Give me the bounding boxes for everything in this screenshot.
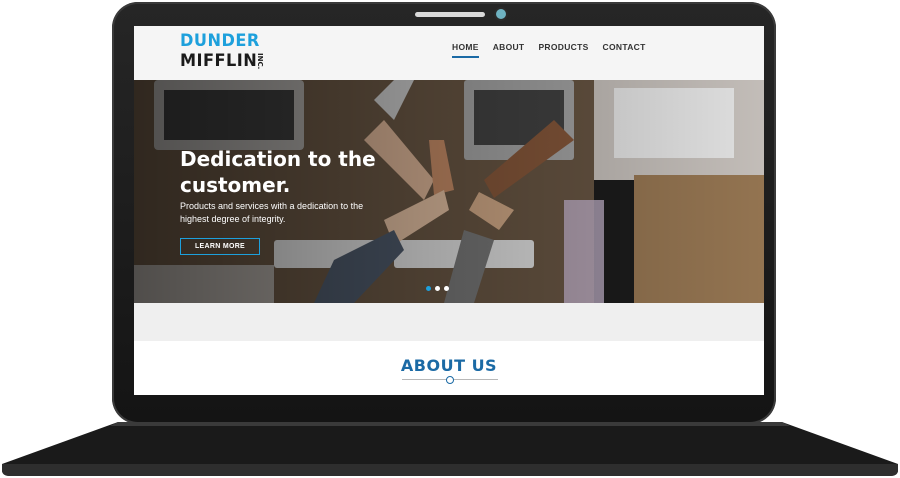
slider-dots <box>426 286 453 291</box>
hero-slider: Dedication to the customer. Products and… <box>134 80 764 303</box>
site-logo[interactable]: DUNDER MIFFLIN INC. <box>180 31 270 77</box>
nav-contact[interactable]: CONTACT <box>603 42 646 58</box>
about-section: ABOUT US <box>134 341 764 395</box>
laptop-base <box>0 420 900 478</box>
laptop-speaker-bar <box>415 12 485 17</box>
hero-title: Dedication to the customer. <box>180 147 376 197</box>
hero-subtitle: Products and services with a dedication … <box>180 201 364 224</box>
about-heading: ABOUT US <box>400 356 498 375</box>
laptop-screen: DUNDER MIFFLIN INC. HOME ABOUT PRODUCTS … <box>134 26 764 395</box>
site-header: DUNDER MIFFLIN INC. HOME ABOUT PRODUCTS … <box>134 26 764 80</box>
slider-dot-icon[interactable] <box>435 286 440 291</box>
logo-line-1: DUNDER <box>180 31 260 51</box>
slider-dot-icon[interactable] <box>426 286 431 291</box>
nav-about[interactable]: ABOUT <box>493 42 525 58</box>
nav-products[interactable]: PRODUCTS <box>538 42 588 58</box>
nav-home[interactable]: HOME <box>452 42 479 58</box>
camera-icon <box>496 9 506 19</box>
section-spacer <box>134 303 764 341</box>
divider-dot-icon <box>446 376 454 384</box>
main-nav: HOME ABOUT PRODUCTS CONTACT <box>452 42 660 58</box>
logo-line-2: MIFFLIN <box>180 51 258 71</box>
slider-dot-icon[interactable] <box>444 286 449 291</box>
logo-inc: INC. <box>256 53 264 70</box>
learn-more-button[interactable]: LEARN MORE <box>180 238 260 255</box>
